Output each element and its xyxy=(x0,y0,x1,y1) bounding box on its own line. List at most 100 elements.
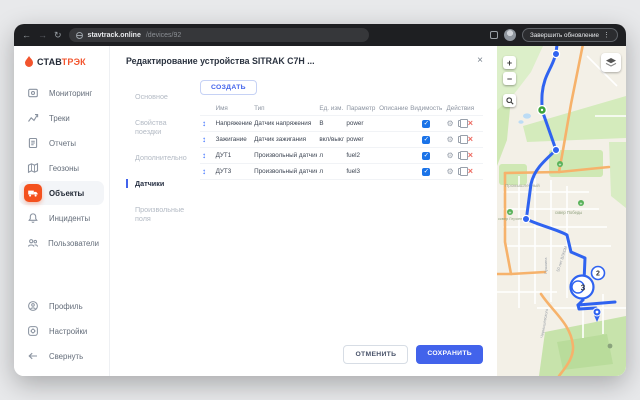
cancel-button[interactable]: ОТМЕНИТЬ xyxy=(343,345,408,364)
zoom-out-button[interactable]: − xyxy=(503,72,516,85)
sidebar-item-monitoring[interactable]: Мониторинг xyxy=(19,81,104,105)
cluster-marker-small[interactable]: 2 xyxy=(592,267,605,280)
save-button[interactable]: СОХРАНИТЬ xyxy=(416,345,483,364)
map-panel[interactable]: + + + Промышленный сквер Победы сквер Ге… xyxy=(497,46,626,376)
sidebar-item-geozones[interactable]: Геозоны xyxy=(19,156,104,180)
profile-avatar[interactable] xyxy=(504,29,516,41)
sensor-name: Напряжение xyxy=(214,118,252,129)
geozones-icon xyxy=(27,162,39,174)
svg-text:+: + xyxy=(580,201,583,207)
zoom-in-button[interactable]: + xyxy=(503,56,516,69)
sensor-description xyxy=(377,154,408,158)
tab-basic[interactable]: Основное xyxy=(126,92,192,101)
drag-handle-icon[interactable]: ↕ xyxy=(200,133,214,146)
url-host: stavtrack.online xyxy=(88,32,141,39)
sidebar-item-label: Отчеты xyxy=(49,139,76,148)
collapse-arrow-icon xyxy=(27,350,39,362)
sidebar: СТАВТРЭК Мониторинг Треки Отчеты Геозоны… xyxy=(14,46,110,376)
gear-icon[interactable]: ⚙ xyxy=(447,168,454,176)
col-header-unit: Ед. изм. xyxy=(317,103,344,114)
sidebar-item-profile[interactable]: Профиль xyxy=(19,294,104,318)
sidebar-item-incidents[interactable]: Инциденты xyxy=(19,206,104,230)
delete-icon[interactable]: × xyxy=(468,167,473,176)
finish-update-label: Завершить обновление xyxy=(530,32,599,39)
delete-icon[interactable]: × xyxy=(468,151,473,160)
drag-handle-icon[interactable]: ↕ xyxy=(200,165,214,178)
finish-update-button[interactable]: Завершить обновление ⋮ xyxy=(522,28,618,42)
gear-icon[interactable]: ⚙ xyxy=(447,120,454,128)
profile-icon xyxy=(27,300,39,312)
sidebar-item-label: Настройки xyxy=(49,327,87,336)
drag-handle-icon[interactable]: ↕ xyxy=(200,149,214,162)
settings-gear-icon xyxy=(27,325,39,337)
forward-icon[interactable]: → xyxy=(38,31,47,40)
table-row: ↕ ДУТ3 Произвольный датчик л fuel3 ⚙× xyxy=(200,164,483,180)
visibility-checkbox[interactable] xyxy=(422,152,430,160)
sidebar-item-objects[interactable]: Объекты xyxy=(19,181,104,205)
sensor-type: Произвольный датчик xyxy=(252,166,317,177)
visibility-checkbox[interactable] xyxy=(422,136,430,144)
site-info-icon[interactable] xyxy=(76,32,83,39)
sidebar-item-reports[interactable]: Отчеты xyxy=(19,131,104,155)
cluster-marker-big[interactable]: 3 xyxy=(571,276,594,299)
delete-icon[interactable]: × xyxy=(468,135,473,144)
route-end-marker[interactable] xyxy=(593,308,601,322)
modal-title: Редактирование устройства SITRAK C7H ... xyxy=(126,56,315,66)
tab-custom-fields[interactable]: Произвольные поля xyxy=(126,205,192,223)
layers-icon xyxy=(605,57,617,68)
flame-icon xyxy=(24,56,34,68)
waypoint-marker[interactable] xyxy=(552,146,559,153)
copy-icon[interactable] xyxy=(458,168,464,175)
cluster-count-big: 3 xyxy=(581,283,586,292)
sensor-param: power xyxy=(344,118,377,129)
map-layers-button[interactable] xyxy=(601,53,621,72)
sensor-unit: л xyxy=(317,166,344,177)
sidebar-item-tracks[interactable]: Треки xyxy=(19,106,104,130)
drag-handle-icon[interactable]: ↕ xyxy=(200,117,214,130)
search-icon xyxy=(506,97,514,105)
map-label-park1: сквер Победы xyxy=(555,210,582,215)
visibility-checkbox[interactable] xyxy=(422,168,430,176)
reports-icon xyxy=(27,137,39,149)
sensor-param: fuel2 xyxy=(344,150,377,161)
col-header-param: Параметр xyxy=(344,103,377,114)
col-header-visibility: Видимость xyxy=(408,103,445,114)
sidebar-item-label: Профиль xyxy=(49,302,83,311)
sidebar-item-label: Геозоны xyxy=(49,164,79,173)
col-header-type: Тип xyxy=(252,103,317,114)
delete-icon[interactable]: × xyxy=(468,119,473,128)
sensor-type: Датчик зажигания xyxy=(252,134,317,145)
col-header-name: Имя xyxy=(214,103,252,114)
sidebar-item-settings[interactable]: Настройки xyxy=(19,319,104,343)
url-path: /devices/92 xyxy=(146,32,181,39)
sensor-unit: л xyxy=(317,150,344,161)
close-icon[interactable]: × xyxy=(477,56,483,66)
map-search-button[interactable] xyxy=(503,94,516,107)
gear-icon[interactable]: ⚙ xyxy=(447,136,454,144)
address-bar[interactable]: stavtrack.online/devices/92 xyxy=(69,28,369,42)
visibility-checkbox[interactable] xyxy=(422,120,430,128)
copy-icon[interactable] xyxy=(458,136,464,143)
tab-sensors[interactable]: Датчики xyxy=(126,179,192,188)
table-row: ↕ Зажигание Датчик зажигания вкл/выкл po… xyxy=(200,132,483,148)
gear-icon[interactable]: ⚙ xyxy=(447,152,454,160)
extension-icon[interactable] xyxy=(490,31,498,39)
sidebar-item-users[interactable]: Пользователи xyxy=(19,231,104,255)
logo: СТАВТРЭК xyxy=(14,54,109,80)
menu-dots-icon[interactable]: ⋮ xyxy=(603,31,610,39)
create-sensor-button[interactable]: СОЗДАТЬ xyxy=(200,80,257,95)
sidebar-item-label: Объекты xyxy=(49,189,84,198)
back-icon[interactable]: ← xyxy=(22,31,31,40)
copy-icon[interactable] xyxy=(458,152,464,159)
copy-icon[interactable] xyxy=(458,120,464,127)
waypoint-marker[interactable] xyxy=(522,215,529,222)
waypoint-marker[interactable] xyxy=(552,50,559,57)
reload-icon[interactable]: ↻ xyxy=(54,31,62,40)
sensors-table: Имя Тип Ед. изм. Параметр Описание Видим… xyxy=(200,102,483,180)
tab-additional[interactable]: Дополнительно xyxy=(126,153,192,162)
col-header-description: Описание xyxy=(377,103,408,114)
cluster-count-small: 2 xyxy=(596,271,600,278)
sidebar-item-collapse[interactable]: Свернуть xyxy=(19,344,104,368)
tab-trip-properties[interactable]: Свойства поездки xyxy=(126,118,192,136)
sidebar-item-label: Мониторинг xyxy=(49,89,92,98)
